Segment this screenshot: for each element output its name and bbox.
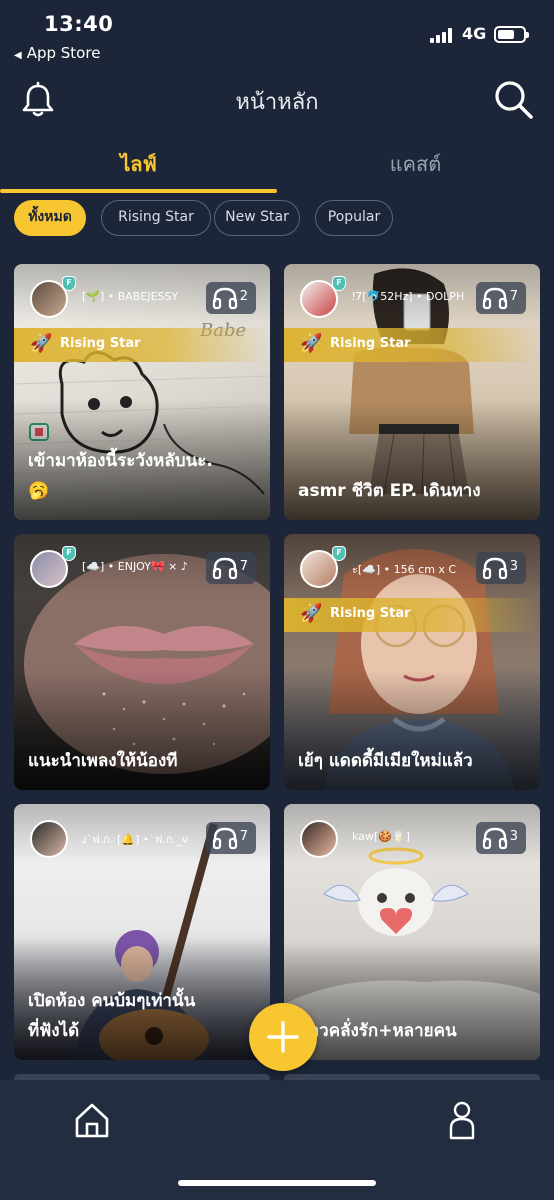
- listener-count: 3: [476, 552, 526, 584]
- room-title-line: เย้ๆ แดดดี้มีเมียใหม่แล้ว: [298, 751, 473, 771]
- home-indicator: [178, 1180, 376, 1186]
- network-type: 4G: [462, 24, 487, 43]
- listener-count: 7: [206, 552, 256, 584]
- status-time: 13:40: [44, 12, 114, 36]
- host-badge: F: [332, 546, 346, 561]
- room-title: asmr ชีวิต EP. เดินทาง: [298, 476, 530, 506]
- signal-icon: [430, 27, 456, 43]
- listener-count: 2: [206, 282, 256, 314]
- live-room-card[interactable]: F ǃ7[🐬52Hz] • DOLPH 7 🚀 Rising Star asmr…: [284, 264, 540, 520]
- battery-icon: [494, 26, 529, 43]
- headphones-icon: [482, 287, 508, 310]
- host-name: ǃ7[🐬52Hz] • DOLPH: [352, 290, 465, 303]
- filter-new-star[interactable]: New Star: [214, 200, 300, 236]
- listener-count: 7: [476, 282, 526, 314]
- rocket-icon: 🚀: [300, 333, 323, 354]
- host-badge: F: [332, 276, 346, 291]
- host-avatar[interactable]: [30, 820, 68, 858]
- live-room-card[interactable]: Babe F [🌱] • BABEJESSY 2 🚀 Rising Star เ…: [14, 264, 270, 520]
- listener-count: 3: [476, 822, 526, 854]
- nav-profile[interactable]: [447, 1100, 477, 1142]
- headphones-icon: [212, 827, 238, 850]
- room-title: เย้ๆ แดดดี้มีเมียใหม่แล้ว: [298, 746, 530, 776]
- filter-all[interactable]: ทั้งหมด: [14, 200, 86, 236]
- go-live-button[interactable]: [249, 1003, 317, 1071]
- headphones-icon: [212, 287, 238, 310]
- host-badge: F: [62, 276, 76, 291]
- listener-count-value: 3: [509, 829, 518, 844]
- room-title: แนะนำเพลงให้น้องที: [28, 746, 260, 776]
- search-button[interactable]: [492, 78, 536, 122]
- filter-popular[interactable]: Popular: [315, 200, 393, 236]
- listener-count-value: 2: [239, 289, 248, 304]
- host-name: ɹ`ฟ.ก. [🔔] •`ฟ.ก._v: [82, 833, 189, 846]
- host-name: [☁️] • ENJOY🎀 × ♪: [82, 560, 188, 573]
- host-avatar[interactable]: [300, 820, 338, 858]
- headphones-icon: [482, 827, 508, 850]
- rocket-icon: 🚀: [300, 603, 323, 624]
- rocket-icon: 🚀: [30, 333, 53, 354]
- search-icon: [495, 81, 533, 119]
- rising-star-banner: 🚀 Rising Star: [284, 598, 540, 632]
- room-title-line: แนะนำเพลงให้น้องที: [28, 751, 178, 771]
- back-label: App Store: [26, 44, 101, 62]
- header: หน้าหลัก: [0, 72, 554, 132]
- live-room-card[interactable]: F [☁️] • ENJOY🎀 × ♪ 7 แนะนำเพลงให้น้องที: [14, 534, 270, 790]
- rising-star-label: Rising Star: [330, 606, 411, 621]
- headphones-icon: [212, 557, 238, 580]
- back-to-app-store[interactable]: ◀ App Store: [14, 44, 100, 62]
- live-room-card[interactable]: ɹ`ฟ.ก. [🔔] •`ฟ.ก._v 7 เปิดห้อง คนบ้มๆเท่…: [14, 804, 270, 1060]
- live-room-card[interactable]: kaw[🍪🥛] 3 ข้าวคลั่งรัก+หลายคน: [284, 804, 540, 1060]
- tab-bar: ไลฟ์ แคสต์: [0, 140, 554, 194]
- room-title: ข้าวคลั่งรัก+หลายคน: [298, 1016, 530, 1046]
- listener-count-value: 7: [239, 829, 248, 844]
- rising-star-banner: 🚀 Rising Star: [14, 328, 270, 362]
- host-badge: F: [62, 546, 76, 561]
- room-title-line: เข้ามาห้องนี้ระวังหลับนะ.: [28, 451, 213, 471]
- home-icon: [75, 1103, 109, 1138]
- room-title: เปิดห้อง คนบ้มๆเท่านั้น ที่ฟังได้: [28, 986, 260, 1046]
- active-tab-indicator: [0, 189, 277, 193]
- room-title-line: ที่ฟังได้: [28, 1021, 80, 1041]
- room-title-line: 🥱: [28, 481, 50, 501]
- profile-icon: [449, 1101, 475, 1140]
- live-room-card[interactable]: F ะ[☁️] • 156 cm x C 3 🚀 Rising Star เย้…: [284, 534, 540, 790]
- tab-live[interactable]: ไลฟ์: [0, 148, 277, 180]
- tab-cast[interactable]: แคสต์: [277, 148, 554, 180]
- filter-rising-star[interactable]: Rising Star: [101, 200, 211, 236]
- headphones-icon: [482, 557, 508, 580]
- room-title-line: asmr ชีวิต EP. เดินทาง: [298, 481, 481, 501]
- page-title: หน้าหลัก: [235, 90, 319, 115]
- listener-count-value: 3: [509, 559, 518, 574]
- room-title-line: เปิดห้อง คนบ้มๆเท่านั้น: [28, 991, 196, 1011]
- host-name: [🌱] • BABEJESSY: [82, 290, 179, 303]
- listener-count-value: 7: [509, 289, 518, 304]
- room-title-line: ข้าวคลั่งรัก+หลายคน: [298, 1021, 457, 1041]
- plus-icon: [267, 1021, 299, 1053]
- rising-star-label: Rising Star: [60, 336, 141, 351]
- back-triangle-icon: ◀: [14, 50, 22, 61]
- host-name: ะ[☁️] • 156 cm x C: [352, 563, 457, 576]
- nav-home[interactable]: [72, 1100, 112, 1140]
- listener-count: 7: [206, 822, 256, 854]
- listener-count-value: 7: [239, 559, 248, 574]
- rising-star-label: Rising Star: [330, 336, 411, 351]
- status-bar: 13:40 ◀ App Store 4G: [0, 0, 554, 72]
- rising-star-banner: 🚀 Rising Star: [284, 328, 540, 362]
- host-name: kaw[🍪🥛]: [352, 830, 410, 843]
- room-title: เข้ามาห้องนี้ระวังหลับนะ. 🥱: [28, 446, 260, 506]
